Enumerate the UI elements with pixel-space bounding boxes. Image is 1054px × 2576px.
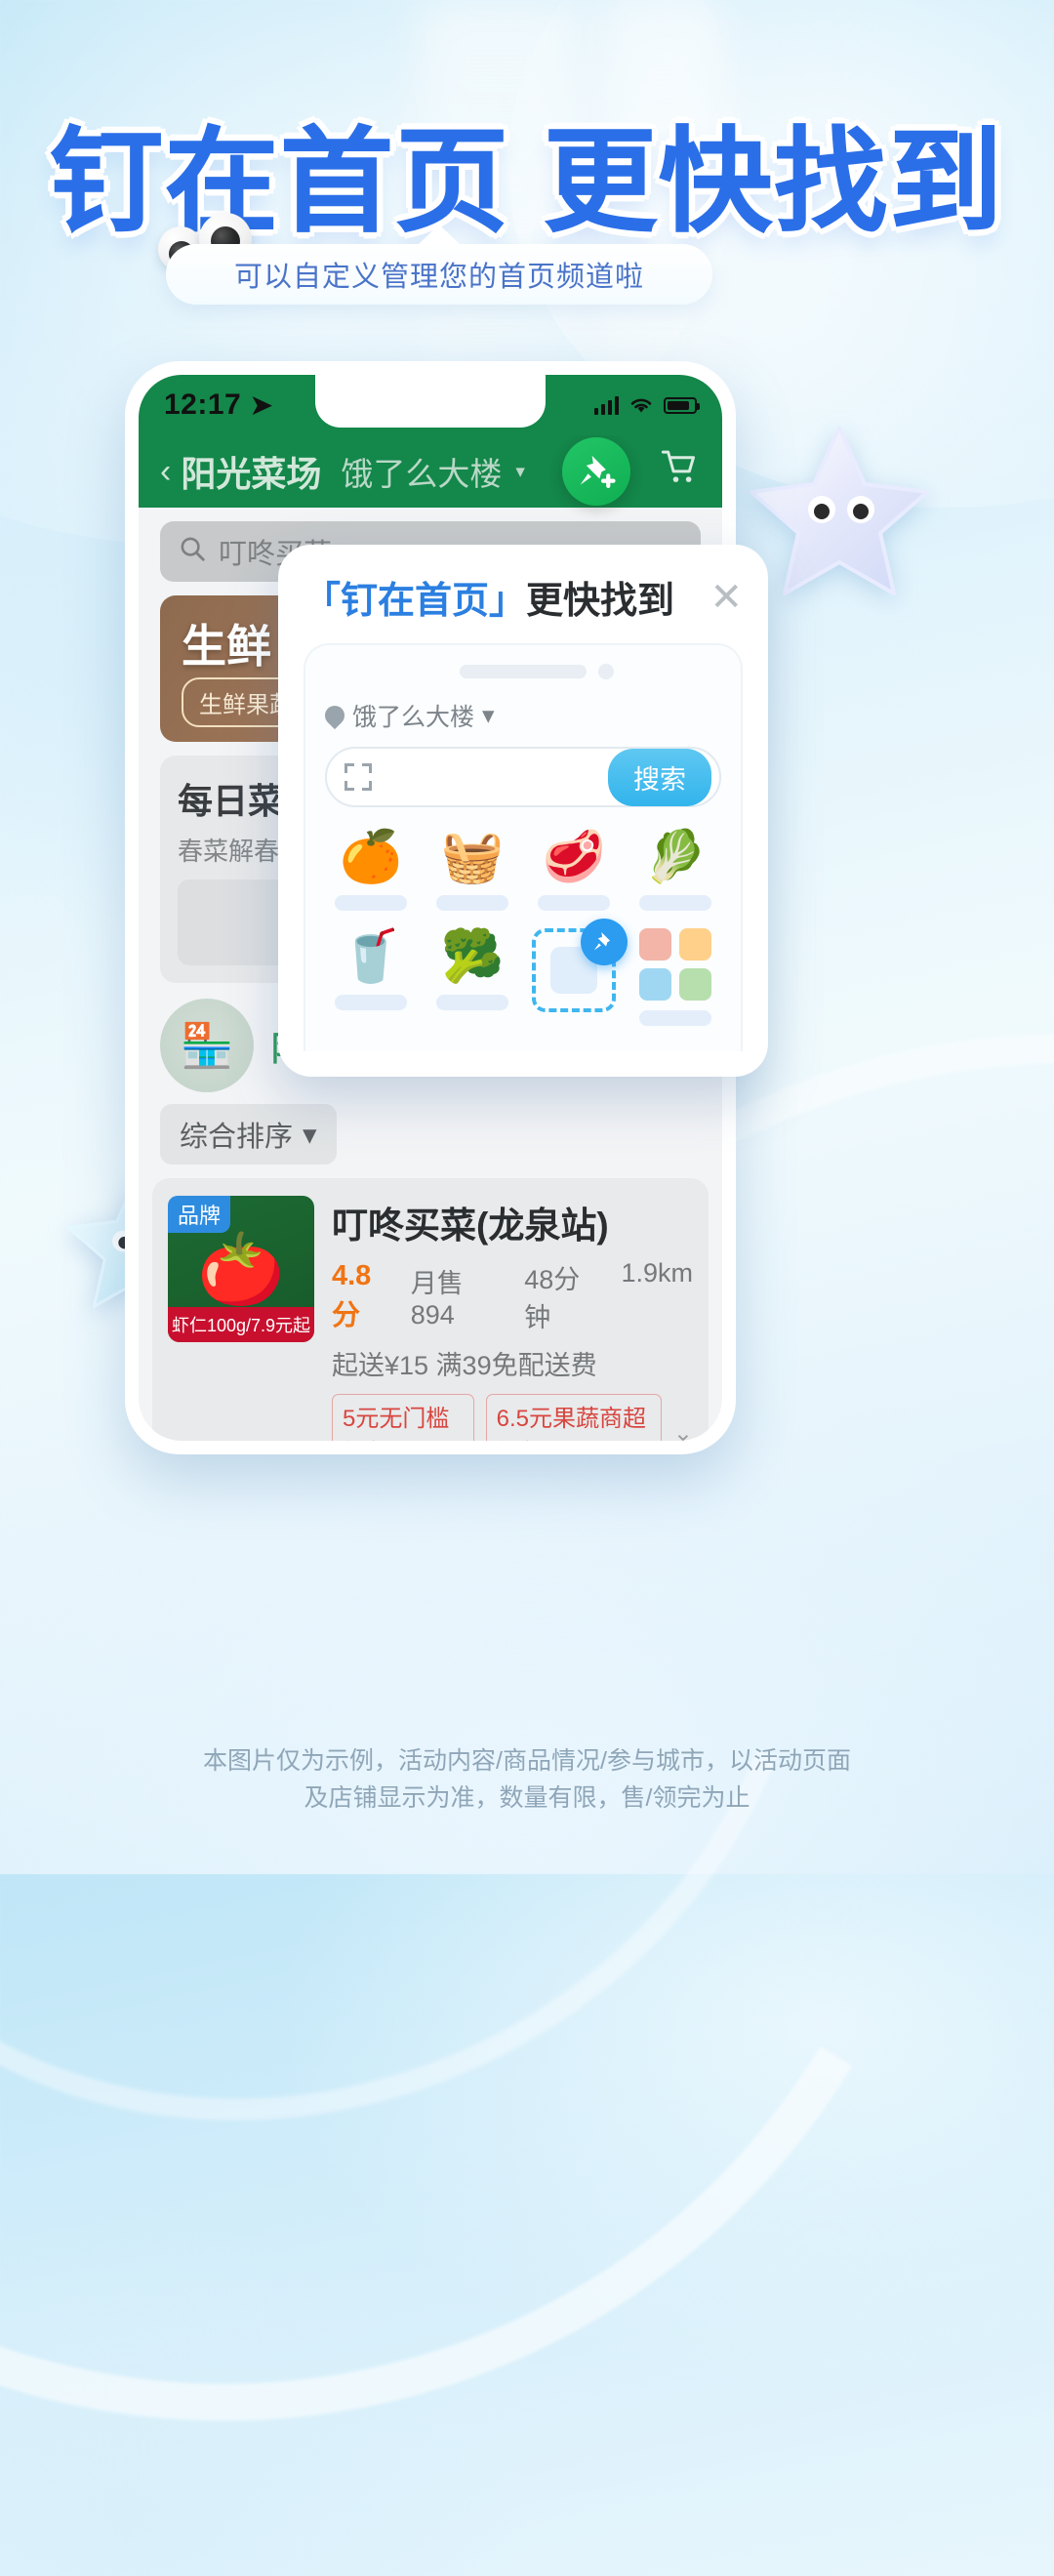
back-button[interactable]: ‹ [160,455,171,488]
close-icon[interactable]: ✕ [709,578,743,617]
merchant-info: 叮咚买菜(龙泉站) 4.8分 月售 894 48分钟 1.9km 起送¥15 满… [332,1196,693,1441]
subtitle-text: 可以自定义管理您的首页频道啦 [233,262,644,293]
banner-title: 生鲜 [182,621,271,672]
more-apps-icon [639,928,711,1001]
merchant-thumbnail: 🍅 品牌 虾仁100g/7.9元起 [168,1196,314,1342]
channel-icon: 🥤 [339,928,403,985]
chevron-down-icon: ▾ [303,1119,317,1151]
mini-location-row[interactable]: 饿了么大楼 ▾ [320,698,721,733]
merchant-eta: 48分钟 [524,1265,581,1332]
channel-icon: 🍊 [339,829,403,885]
popup-title-highlight: 「钉在首页」 [304,581,527,622]
merchant-rating: 4.8分 [332,1259,372,1331]
merchant-thumb-caption: 虾仁100g/7.9元起 [168,1307,314,1342]
merchant-distance: 1.9km [621,1258,694,1288]
channel-tile[interactable]: 🥦 [426,928,518,1026]
coupon-tag[interactable]: 6.5元果蔬商超红包 [485,1394,662,1441]
status-indicators [594,395,700,415]
chevron-down-icon: ▾ [482,702,495,729]
channel-tile[interactable]: 🧺 [426,829,518,911]
pin-feature-popup: 「钉在首页」更快找到 ✕ 饿了么大楼 ▾ 搜索 🍊 🧺 🥩 🥬 🥤 🥦 [278,545,768,1077]
shop-avatar-icon[interactable]: 🏪 [160,999,254,1092]
mini-search-button[interactable]: 搜索 [608,748,711,806]
merchant-monthly-sales: 月售 894 [410,1269,464,1329]
sort-row: 综合排序 ▾ [160,1104,701,1165]
merchant-name: 叮咚买菜(龙泉站) [332,1206,609,1246]
channel-label-placeholder [335,895,407,911]
sort-label: 综合排序 [180,1122,294,1153]
channel-tile[interactable]: 🥩 [528,829,620,911]
channel-icon: 🧺 [440,829,505,885]
phone-notch [315,375,546,428]
channel-grid: 🍊 🧺 🥩 🥬 🥤 🥦 [325,829,721,1026]
mini-phone-preview: 饿了么大楼 ▾ 搜索 🍊 🧺 🥩 🥬 🥤 🥦 [304,643,743,1051]
pin-to-home-button[interactable] [562,437,630,506]
channel-tile[interactable]: 🍊 [325,829,417,911]
pin-icon [581,919,628,965]
merchant-coupon-tags: 5元无门槛红包 6.5元果蔬商超红包 ⌄ [332,1394,693,1441]
location-pin-icon [320,701,349,730]
channel-icon: 🥦 [440,928,505,985]
channel-tile[interactable]: 🥤 [325,928,417,1026]
merchant-card[interactable]: 🍅 品牌 虾仁100g/7.9元起 叮咚买菜(龙泉站) 4.8分 月售 894 … [152,1178,709,1441]
battery-icon [664,396,700,414]
wifi-icon [630,398,652,413]
footer-disclaimer: 本图片仅为示例，活动内容/商品情况/参与城市，以活动页面 及店铺显示为准，数量有… [0,1742,1054,1819]
chevron-down-icon[interactable]: ▾ [515,461,525,483]
merchant-shipping-info: 起送¥15 满39免配送费 [332,1351,597,1380]
expand-coupons-chevron-icon[interactable]: ⌄ [673,1419,693,1442]
location-label[interactable]: 饿了么大楼 [341,448,502,495]
channel-label-placeholder [436,895,508,911]
app-navbar: ‹ 阳光菜场 饿了么大楼 ▾ [139,435,722,508]
search-icon [178,534,207,570]
pin-plus-icon [580,455,616,488]
channel-label-placeholder [639,1010,711,1026]
cart-icon[interactable] [658,446,701,497]
mini-location-label: 饿了么大楼 [352,704,475,731]
signal-bars-icon [594,395,619,415]
merchant-meta: 4.8分 月售 894 48分钟 1.9km [332,1258,693,1334]
coupon-tag[interactable]: 5元无门槛红包 [332,1394,474,1441]
status-time-group: 12:17 ➤ [164,388,274,423]
channel-label-placeholder [436,995,508,1010]
channel-drop-slot[interactable] [528,919,628,1026]
page-title: 阳光菜场 [181,454,322,494]
headline-right: 更快找到 [544,116,1004,249]
channel-label-placeholder [538,895,610,911]
more-apps-tile[interactable] [629,928,721,1026]
location-arrow-icon: ➤ [249,388,274,422]
channel-tile[interactable]: 🥬 [629,829,721,911]
mini-search-bar[interactable]: 搜索 [325,747,721,807]
merchant-brand-badge: 品牌 [168,1196,231,1233]
sort-dropdown[interactable]: 综合排序 ▾ [160,1104,337,1165]
popup-header: 「钉在首页」更快找到 ✕ [278,545,768,630]
channel-icon: 🥬 [643,829,708,885]
merchant-header-row: 🍅 品牌 虾仁100g/7.9元起 叮咚买菜(龙泉站) 4.8分 月售 894 … [168,1196,693,1441]
popup-title-rest: 更快找到 [526,581,675,622]
footer-line-1: 本图片仅为示例，活动内容/商品情况/参与城市，以活动页面 [203,1746,851,1775]
status-time: 12:17 [164,388,242,421]
subtitle-bubble-wrap: 可以自定义管理您的首页频道啦 [158,213,712,305]
channel-label-placeholder [639,895,711,911]
channel-label-placeholder [335,995,407,1010]
merchant-thumb-icon: 🍅 [197,1230,285,1309]
footer-line-2: 及店铺显示为准，数量有限，售/领完为止 [304,1784,750,1813]
scan-icon[interactable] [345,763,372,791]
subtitle-bubble: 可以自定义管理您的首页频道啦 [166,225,712,305]
mini-phone-notch [460,664,614,679]
channel-icon: 🥩 [542,829,606,885]
popup-title: 「钉在首页」更快找到 [304,570,674,624]
